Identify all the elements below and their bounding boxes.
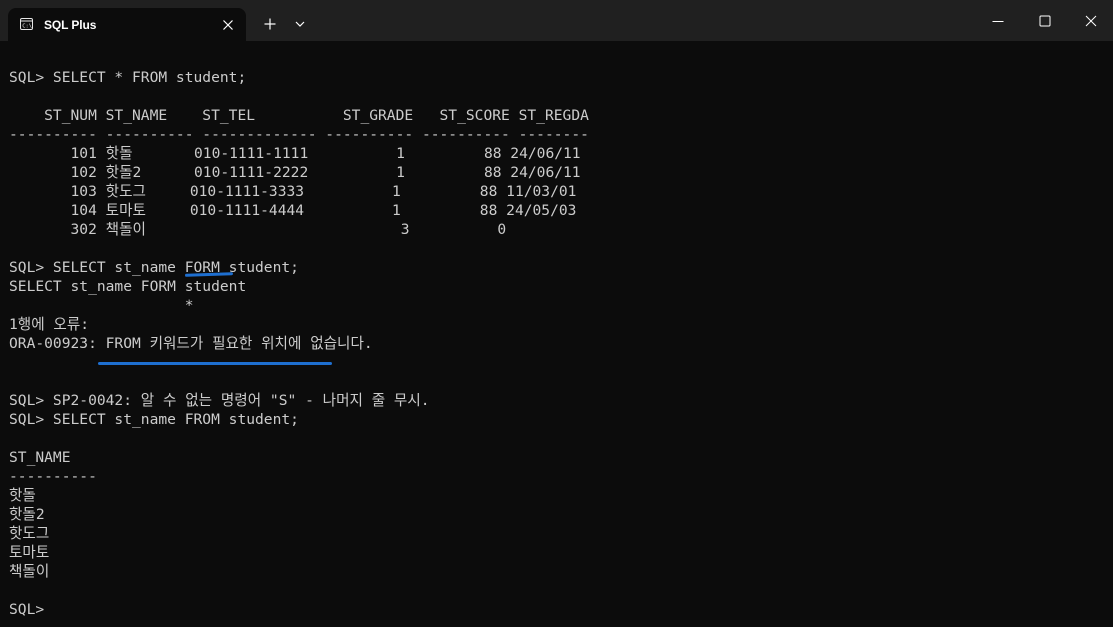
title-bar[interactable]: C:\ SQL Plus (0, 0, 1113, 41)
terminal-line: SQL> SELECT * FROM student; (9, 69, 247, 86)
terminal-line: SQL> SP2-0042: 알 수 없는 명령어 "S" - 나머지 줄 무시… (9, 392, 430, 409)
terminal-line: 104 토마토 010-1111-4444 1 88 24/05/03 (9, 202, 577, 219)
svg-text:C:\: C:\ (22, 24, 32, 30)
terminal-line: ---------- (9, 468, 97, 485)
close-icon[interactable] (1083, 13, 1099, 29)
terminal-line: 핫도그 (9, 525, 50, 542)
terminal-line: ST_NUM ST_NAME ST_TEL ST_GRADE ST_SCORE … (9, 107, 589, 124)
terminal-line: 302 책돌이 3 0 (9, 221, 507, 238)
terminal-line: SELECT st_name FORM student (9, 278, 247, 295)
chevron-down-icon[interactable] (292, 16, 308, 32)
underline-annotation (98, 362, 332, 365)
plus-icon[interactable] (262, 16, 278, 32)
terminal-app-icon: C:\ (20, 18, 33, 30)
terminal-line: 102 핫돌2 010-1111-2222 1 88 24/06/11 (9, 164, 581, 181)
terminal-line: 토마토 (9, 544, 50, 561)
terminal-line: 103 핫도그 010-1111-3333 1 88 11/03/01 (9, 183, 577, 200)
terminal-line: 핫돌2 (9, 506, 45, 523)
maximize-icon[interactable] (1037, 13, 1053, 29)
terminal-line: SQL> (9, 601, 45, 618)
terminal-line: * (9, 297, 194, 314)
terminal-line: 101 핫돌 010-1111-1111 1 88 24/06/11 (9, 145, 581, 162)
terminal-output[interactable]: SQL> SELECT * FROM student; ST_NUM ST_NA… (0, 41, 1113, 627)
terminal-line: SQL> SELECT st_name FROM student; (9, 411, 299, 428)
close-icon[interactable] (220, 17, 236, 33)
terminal-window: C:\ SQL Plus SQL> SELECT * FROM student;… (0, 0, 1113, 627)
terminal-line: 1행에 오류: (9, 316, 90, 333)
terminal-line: SQL> SELECT st_name FORM student; (9, 259, 299, 276)
terminal-line: ORA-00923: FROM 키워드가 필요한 위치에 없습니다. (9, 335, 373, 352)
minimize-icon[interactable] (990, 13, 1006, 29)
tab-sql-plus[interactable]: C:\ SQL Plus (8, 8, 246, 41)
terminal-line: ---------- ---------- ------------- ----… (9, 126, 589, 143)
terminal-line: ST_NAME (9, 449, 71, 466)
terminal-line: 핫돌 (9, 487, 36, 504)
terminal-line: 책돌이 (9, 563, 50, 580)
tab-title: SQL Plus (44, 18, 97, 32)
